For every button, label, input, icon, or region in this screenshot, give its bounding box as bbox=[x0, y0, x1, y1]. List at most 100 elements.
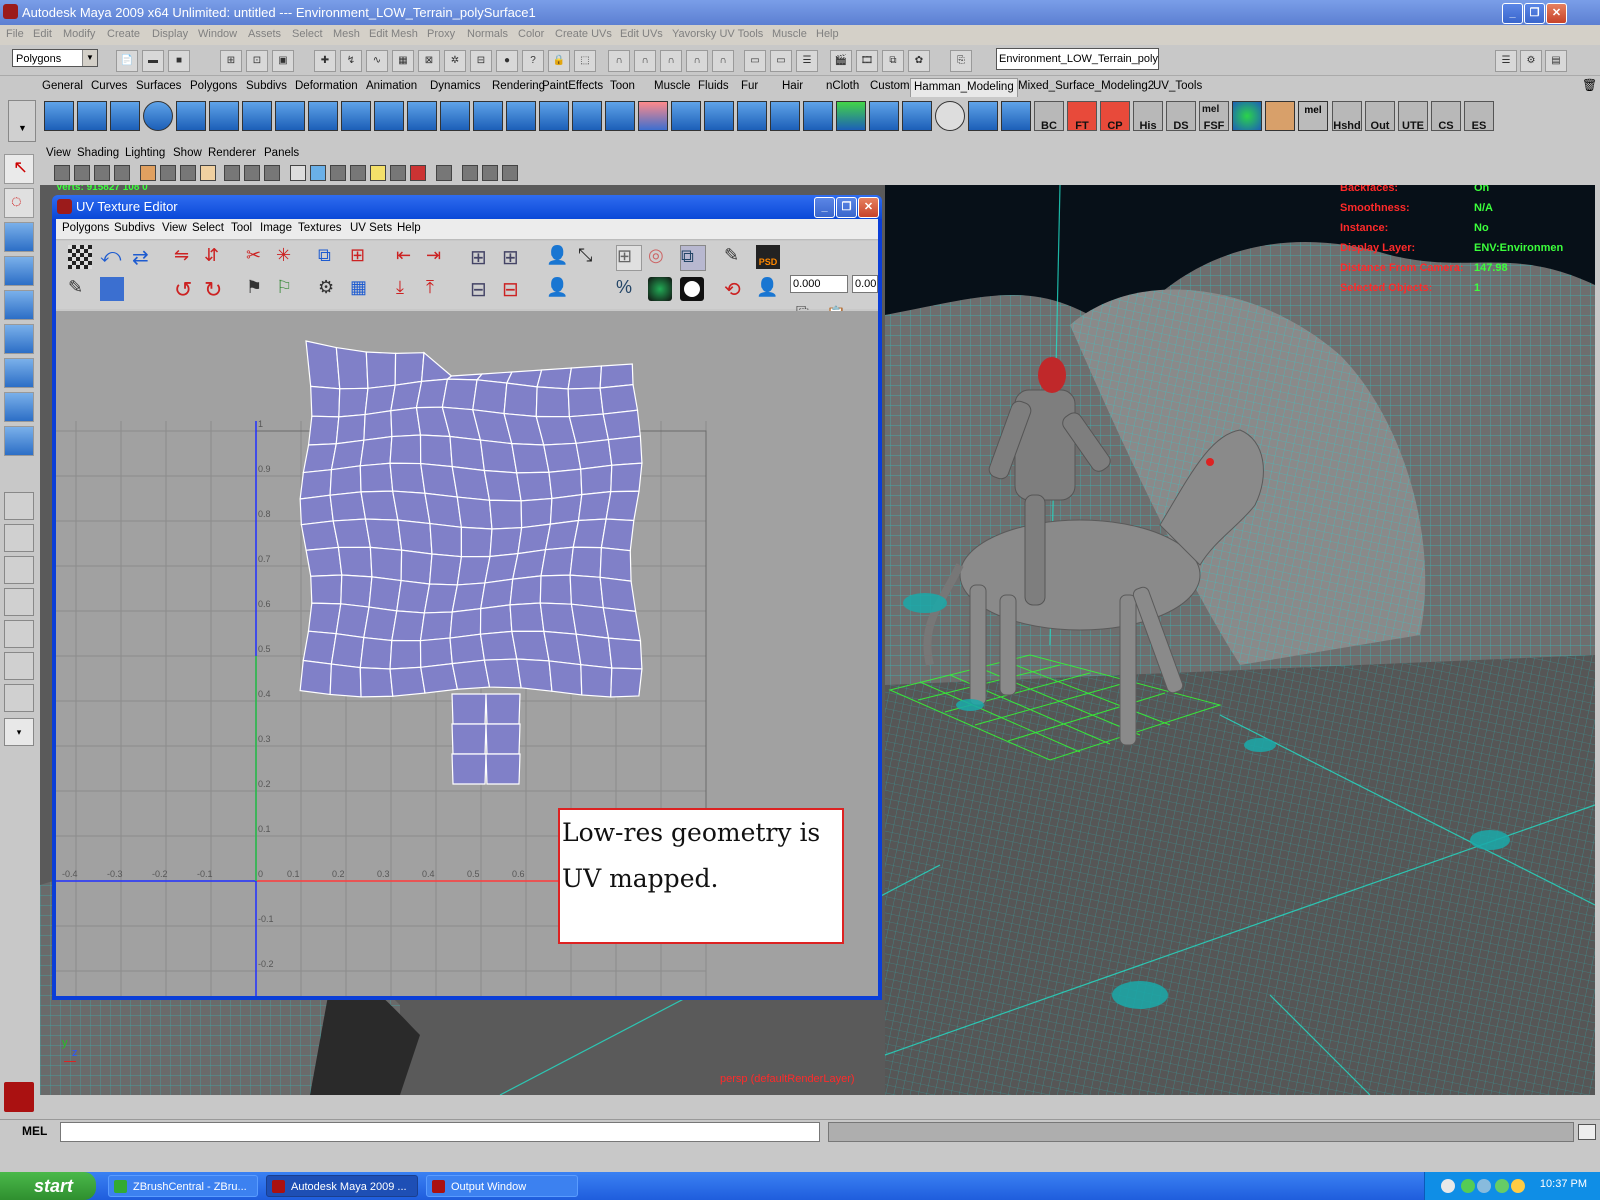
shelf-button-cp[interactable]: CP bbox=[1100, 101, 1130, 131]
align-top-icon[interactable]: ⤒ bbox=[426, 277, 450, 301]
input-ops-icon[interactable]: ⊟ bbox=[470, 50, 492, 72]
smooth-shade-icon[interactable] bbox=[310, 165, 326, 181]
wireframe-on-shaded-icon[interactable] bbox=[330, 165, 346, 181]
layout-uvs-icon[interactable]: ⧉ bbox=[318, 245, 342, 269]
separate-icon[interactable] bbox=[407, 101, 437, 131]
wedge-icon[interactable] bbox=[308, 101, 338, 131]
cylindrical-map-icon[interactable] bbox=[506, 101, 536, 131]
shelf-button-fsf[interactable]: mel FSF bbox=[1199, 101, 1229, 131]
rotate-cw-icon[interactable]: ↻ bbox=[204, 277, 228, 302]
uv-menu-help[interactable]: Help bbox=[397, 222, 421, 234]
pixel-snap-icon[interactable]: ◎ bbox=[648, 245, 672, 269]
menu-display[interactable]: Display bbox=[152, 28, 188, 40]
shelf-tab-muscle[interactable]: Muscle bbox=[654, 80, 690, 92]
help-tray-icon[interactable] bbox=[1441, 1179, 1455, 1193]
uv-editor-titlebar[interactable]: UV Texture Editor _ ❐ ✕ bbox=[52, 195, 882, 219]
uv-menu-uv-sets[interactable]: UV Sets bbox=[350, 222, 392, 234]
menu-set-dropdown[interactable]: Polygons ▼ bbox=[12, 49, 98, 67]
select-component-icon[interactable]: ▣ bbox=[272, 50, 294, 72]
shelf-tab-fluids[interactable]: Fluids bbox=[698, 80, 729, 92]
panel-menu-renderer[interactable]: Renderer bbox=[208, 147, 256, 159]
snap-plus-icon[interactable]: ⊞ bbox=[502, 245, 526, 269]
menu-help[interactable]: Help bbox=[816, 28, 839, 40]
panel-menu-view[interactable]: View bbox=[46, 147, 71, 159]
panel-menu-panels[interactable]: Panels bbox=[264, 147, 299, 159]
menu-select[interactable]: Select bbox=[292, 28, 323, 40]
move-tool-icon[interactable] bbox=[4, 256, 34, 286]
snap-view-plane-icon[interactable]: ▦ bbox=[392, 50, 414, 72]
shelf-tab-painteffects[interactable]: PaintEffects bbox=[542, 80, 603, 92]
face-photo-icon[interactable] bbox=[1265, 101, 1295, 131]
bookmark-icon[interactable] bbox=[94, 165, 110, 181]
flip-u-icon[interactable]: ⇋ bbox=[174, 245, 198, 269]
shelf-tab-curves[interactable]: Curves bbox=[91, 80, 127, 92]
menu-mesh[interactable]: Mesh bbox=[333, 28, 360, 40]
menu-create[interactable]: Create bbox=[107, 28, 140, 40]
spherical-map-icon[interactable] bbox=[539, 101, 569, 131]
minimize-button[interactable]: _ bbox=[1502, 3, 1523, 24]
align-right-icon[interactable]: ⇥ bbox=[426, 245, 450, 269]
construction-history-icon[interactable]: ✲ bbox=[444, 50, 466, 72]
v-value-field[interactable]: 0.00 bbox=[852, 275, 878, 293]
percent-icon[interactable]: % bbox=[616, 277, 640, 301]
menu-normals[interactable]: Normals bbox=[467, 28, 508, 40]
shelf-tab-subdivs[interactable]: Subdivs bbox=[246, 80, 287, 92]
poly-plane-icon[interactable] bbox=[77, 101, 107, 131]
globe-icon[interactable] bbox=[1232, 101, 1262, 131]
magnet-icon[interactable]: ∩ bbox=[608, 50, 630, 72]
align-bottom-icon[interactable]: ⤓ bbox=[396, 277, 420, 301]
shelf-tab-hair[interactable]: Hair bbox=[782, 80, 803, 92]
shelf-tab-polygons[interactable]: Polygons bbox=[190, 80, 237, 92]
film-gate-icon[interactable] bbox=[160, 165, 176, 181]
psd-icon[interactable]: PSD bbox=[756, 245, 780, 269]
rotate-ccw-icon[interactable]: ↺ bbox=[174, 277, 198, 302]
safe-action-icon[interactable] bbox=[244, 165, 260, 181]
select-tool-icon[interactable]: ↖ bbox=[4, 154, 34, 184]
uv-menu-subdivs[interactable]: Subdivs bbox=[114, 222, 155, 234]
planar-map-icon[interactable] bbox=[473, 101, 503, 131]
smooth-icon[interactable] bbox=[638, 101, 668, 131]
safe-title-icon[interactable] bbox=[264, 165, 280, 181]
menu-edit-mesh[interactable]: Edit Mesh bbox=[369, 28, 418, 40]
shadows-icon[interactable] bbox=[390, 165, 406, 181]
checker-icon[interactable] bbox=[68, 245, 92, 269]
mel-script-icon[interactable]: mel bbox=[1298, 101, 1328, 131]
shelf-tab-toon[interactable]: Toon bbox=[610, 80, 635, 92]
select-hierarchy-icon[interactable]: ⊞ bbox=[220, 50, 242, 72]
extrude-icon[interactable] bbox=[176, 101, 206, 131]
lock-icon[interactable]: 🔒 bbox=[548, 50, 570, 72]
menu-file[interactable]: File bbox=[6, 28, 24, 40]
uv-maximize-button[interactable]: ❐ bbox=[836, 197, 857, 218]
u-value-field[interactable]: 0.000 bbox=[790, 275, 848, 293]
update-psd-icon[interactable]: ⟲ bbox=[724, 277, 748, 301]
shelf-button-ds[interactable]: DS bbox=[1166, 101, 1196, 131]
render-icon[interactable]: ⧉ bbox=[882, 50, 904, 72]
insert-edge-loop-icon[interactable] bbox=[275, 101, 305, 131]
flip-v-icon[interactable]: ⇵ bbox=[204, 245, 228, 269]
panel-menu-shading[interactable]: Shading bbox=[77, 147, 119, 159]
extract-icon[interactable] bbox=[968, 101, 998, 131]
paint-select-tool-icon[interactable] bbox=[4, 222, 34, 252]
taskbar-item-maya[interactable]: Autodesk Maya 2009 ... bbox=[266, 1175, 418, 1197]
normalize-uv-icon[interactable] bbox=[605, 101, 635, 131]
poly-cylinder-icon[interactable] bbox=[110, 101, 140, 131]
snap-point-icon[interactable]: ∿ bbox=[366, 50, 388, 72]
shelf-button-ft[interactable]: FT bbox=[1067, 101, 1097, 131]
menu-window[interactable]: Window bbox=[198, 28, 237, 40]
uv-menu-select[interactable]: Select bbox=[192, 222, 224, 234]
restore-button[interactable]: ❐ bbox=[1524, 3, 1545, 24]
layout-outliner-icon[interactable] bbox=[4, 556, 34, 584]
sphere-icon[interactable]: ● bbox=[496, 50, 518, 72]
select-object-icon[interactable]: ⊡ bbox=[246, 50, 268, 72]
menu-yavorsky-uv-tools[interactable]: Yavorsky UV Tools bbox=[672, 28, 763, 40]
lasso-tool-icon[interactable]: ◌ bbox=[4, 188, 34, 218]
layout-graph-editor-icon[interactable] bbox=[4, 652, 34, 680]
shelf-button-es[interactable]: ES bbox=[1464, 101, 1494, 131]
color-channels-icon[interactable] bbox=[648, 277, 672, 301]
image-plane-icon[interactable] bbox=[114, 165, 130, 181]
shelf-tab-fur[interactable]: Fur bbox=[741, 80, 758, 92]
fill-hole-icon[interactable] bbox=[902, 101, 932, 131]
layout-single-icon[interactable] bbox=[4, 492, 34, 520]
align-left-icon[interactable]: ⇤ bbox=[396, 245, 420, 269]
snap-remove-icon[interactable]: ⊟ bbox=[502, 277, 526, 301]
